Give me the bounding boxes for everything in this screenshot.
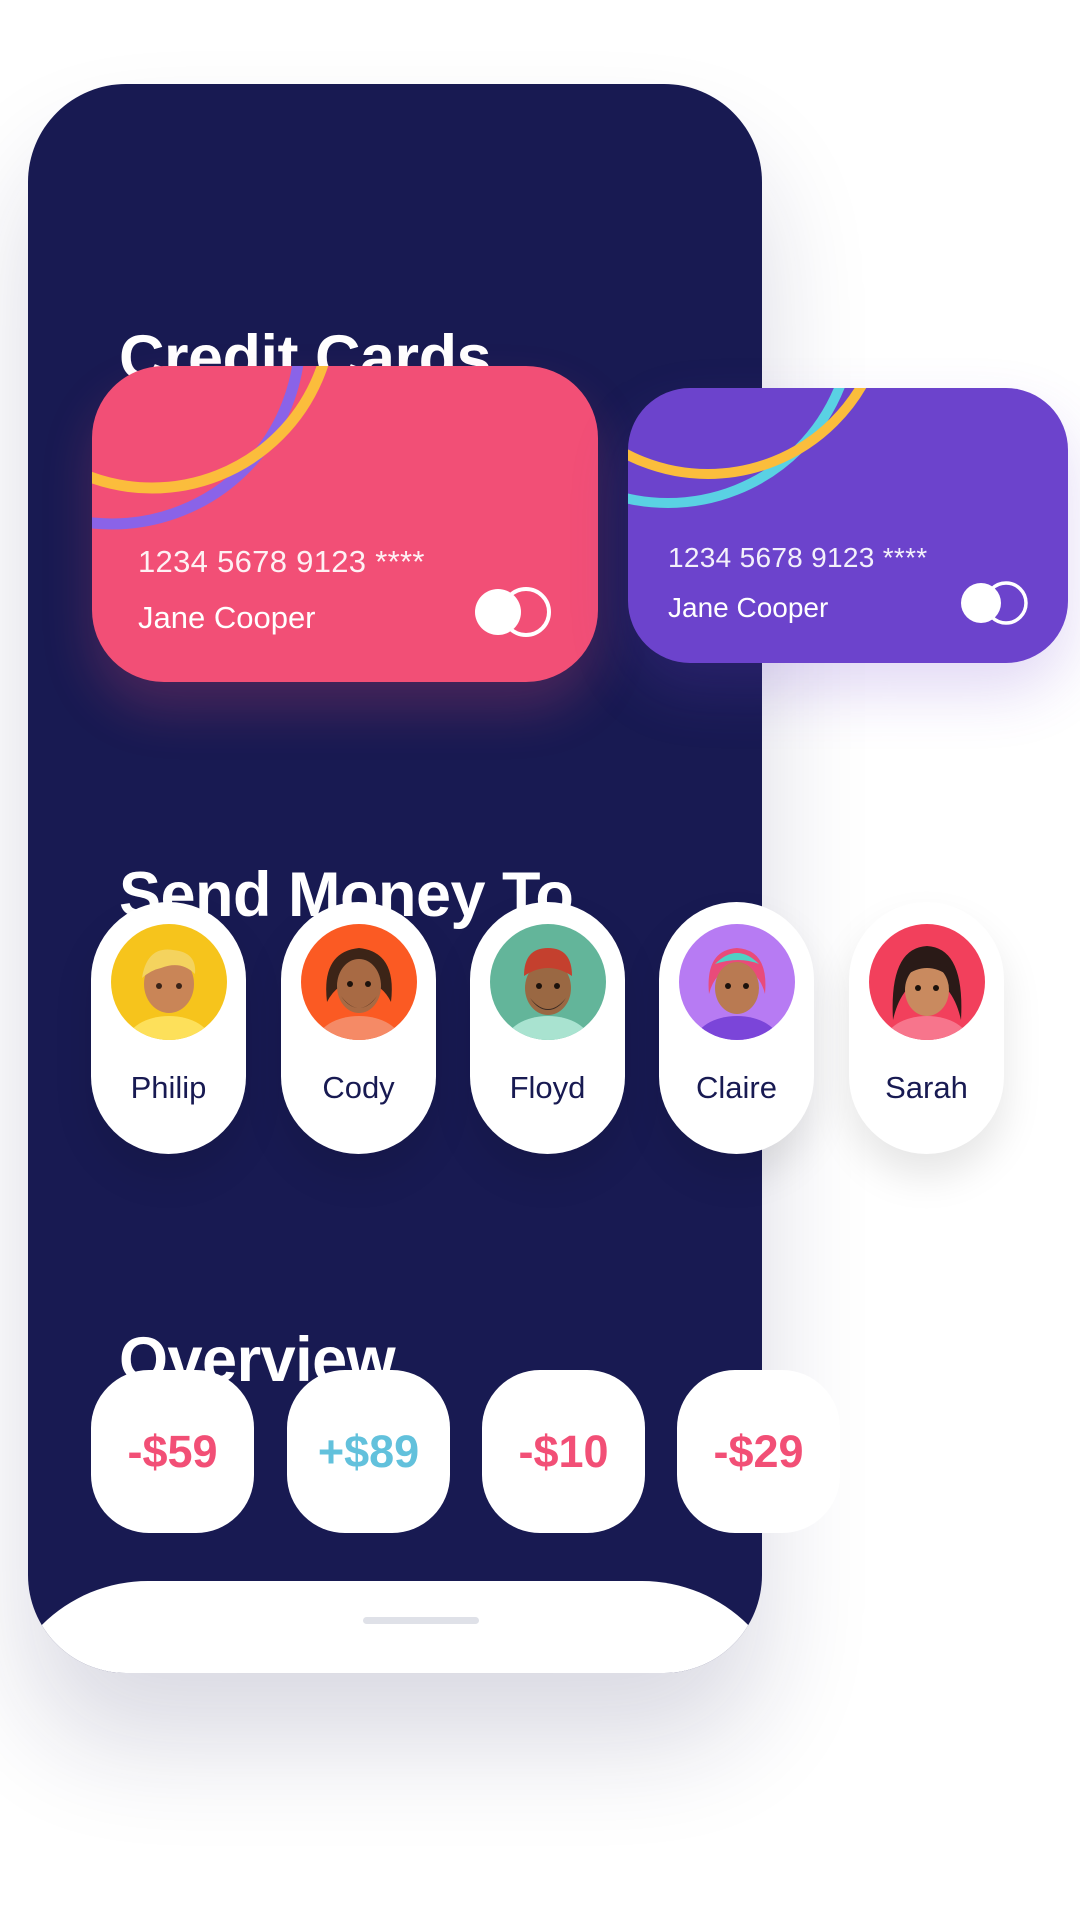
contact-sarah[interactable]: Sarah [849, 902, 1004, 1154]
contact-cody[interactable]: Cody [281, 902, 436, 1154]
sheet-handle[interactable] [363, 1617, 479, 1624]
credit-card-secondary[interactable]: 1234 5678 9123 **** Jane Cooper [628, 388, 1068, 663]
bottom-sheet[interactable] [28, 1581, 762, 1673]
contact-name: Philip [130, 1070, 207, 1105]
card-number: 1234 5678 9123 **** [668, 542, 928, 573]
contact-name: Floyd [509, 1070, 586, 1105]
avatar-icon [490, 924, 606, 1040]
contact-claire[interactable]: Claire [659, 902, 814, 1154]
overview-item[interactable]: +$89 [287, 1370, 450, 1533]
avatar-icon [111, 924, 227, 1040]
card-holder-name: Jane Cooper [668, 592, 829, 623]
card-number: 1234 5678 9123 **** [138, 544, 425, 579]
contact-philip[interactable]: Philip [91, 902, 246, 1154]
overview-item[interactable]: -$29 [677, 1370, 840, 1533]
avatar-icon [679, 924, 795, 1040]
contact-name: Cody [322, 1070, 395, 1105]
card-brand-icon [961, 581, 1028, 625]
card-holder-name: Jane Cooper [138, 600, 316, 635]
contact-name: Claire [696, 1070, 777, 1105]
contact-floyd[interactable]: Floyd [470, 902, 625, 1154]
credit-card-primary[interactable]: 1234 5678 9123 **** Jane Cooper [92, 366, 598, 682]
overview-item[interactable]: -$59 [91, 1370, 254, 1533]
contact-name: Sarah [885, 1070, 968, 1105]
avatar-icon [301, 924, 417, 1040]
overview-item[interactable]: -$10 [482, 1370, 645, 1533]
card-brand-icon [475, 587, 551, 637]
stage: Credit Cards Send Money To Overview 1234… [0, 0, 1080, 1920]
avatar-icon [869, 924, 985, 1040]
